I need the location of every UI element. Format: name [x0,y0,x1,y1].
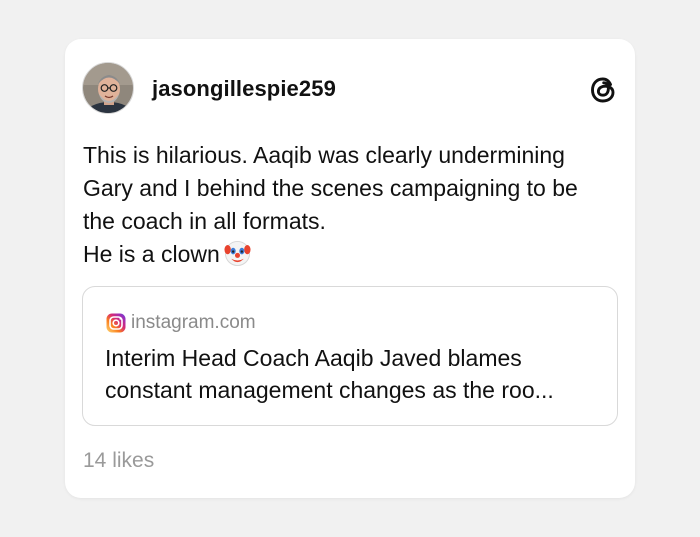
avatar-photo [83,63,133,113]
post-text-line: Gary and I behind the scenes campaigning… [83,175,578,201]
post-text-line: This is hilarious. Aaqib was clearly und… [83,142,565,168]
likes-count[interactable]: 14 likes [83,449,154,473]
link-title: Interim Head Coach Aaqib Javed blames co… [105,342,605,406]
post-text-line: He is a clown [83,241,220,267]
link-preview-card[interactable]: instagram.com Interim Head Coach Aaqib J… [82,286,618,426]
link-domain: instagram.com [131,312,256,333]
link-title-line: constant management changes as the roo..… [105,377,554,403]
avatar[interactable] [82,62,134,114]
post-text: This is hilarious. Aaqib was clearly und… [83,139,628,271]
threads-post-card[interactable]: jasongillespie259 This is hilarious. Aaq… [65,39,635,498]
link-title-line: Interim Head Coach Aaqib Javed blames [105,345,522,371]
post-text-line-last: He is a clown [83,238,628,271]
threads-logo-icon[interactable] [587,74,619,106]
post-text-line: the coach in all formats. [83,208,326,234]
username[interactable]: jasongillespie259 [152,76,336,102]
instagram-icon [106,313,126,333]
clown-face-icon [224,240,251,267]
